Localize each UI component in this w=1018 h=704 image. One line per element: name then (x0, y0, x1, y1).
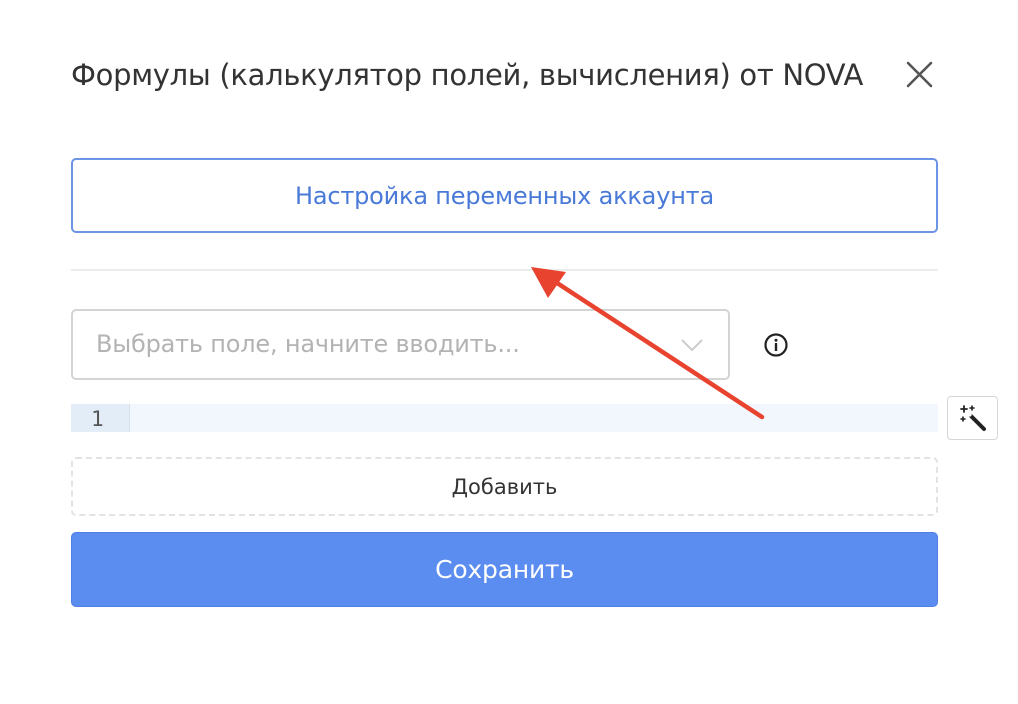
editor-gutter: 1 (71, 404, 130, 432)
add-button[interactable]: Добавить (71, 457, 938, 516)
dialog-title: Формулы (калькулятор полей, вычисления) … (71, 58, 863, 92)
formula-editor[interactable]: 1 (71, 404, 938, 432)
account-variables-button[interactable]: Настройка переменных аккаунта (71, 158, 938, 233)
save-button[interactable]: Сохранить (71, 532, 938, 607)
formula-dialog: Формулы (калькулятор полей, вычисления) … (0, 0, 1018, 704)
close-icon (906, 61, 933, 88)
field-select-placeholder: Выбрать поле, начните вводить... (96, 330, 520, 358)
magic-wand-icon (960, 405, 986, 431)
field-select[interactable]: Выбрать поле, начните вводить... (71, 309, 730, 380)
magic-wand-button[interactable] (947, 396, 998, 440)
close-button[interactable] (902, 58, 936, 92)
chevron-down-icon[interactable] (680, 335, 704, 355)
info-icon[interactable] (763, 332, 789, 358)
divider (71, 269, 938, 271)
line-number: 1 (91, 407, 104, 431)
